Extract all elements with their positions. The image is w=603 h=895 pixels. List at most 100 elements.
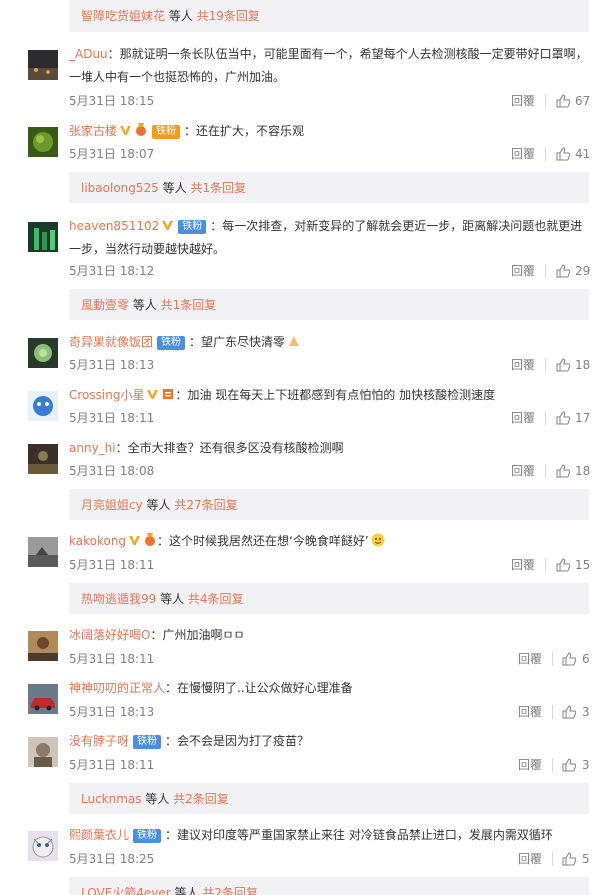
fan-badge: 铁粉 — [133, 829, 162, 843]
avatar[interactable] — [28, 831, 58, 861]
comment-time: 5月31日 18:11 — [69, 652, 155, 666]
reply-summary-count[interactable]: 共1条回复 — [161, 298, 217, 312]
reply-summary-user[interactable]: LOVE火箭4ever — [81, 886, 171, 895]
comment-user[interactable]: 熙颜葉衣儿 — [69, 828, 129, 842]
comment-user[interactable]: 冰阔落好好喝O — [69, 628, 150, 642]
divider — [545, 264, 546, 278]
comment-time: 5月31日 18:13 — [69, 358, 155, 372]
reply-summary[interactable]: LOVE火箭4ever 等人 共2条回复 — [69, 877, 589, 895]
verified-v-icon — [147, 390, 159, 399]
comment-text: 熙颜葉衣儿 铁粉 ：建议对印度等严重国家禁止来往 对冷链食品禁止进口，发展内需双循环 — [69, 828, 553, 843]
fan-badge: 铁粉 — [157, 336, 186, 350]
reply-summary[interactable]: Lucknmas 等人 共2条回复 — [69, 783, 589, 814]
reply-button[interactable]: 回覆 — [511, 358, 535, 372]
fan-badge: 铁粉 — [133, 735, 162, 749]
avatar[interactable] — [28, 631, 58, 661]
comment-text: anny_hi：全市大排查？还有很多区没有核酸检测啊 — [69, 441, 344, 455]
thumbs-up-icon[interactable] — [556, 358, 570, 372]
avatar[interactable] — [28, 338, 58, 368]
divider — [545, 411, 546, 425]
verified-v-icon — [162, 221, 174, 230]
thumbs-up-icon[interactable] — [562, 758, 576, 772]
thumbs-up-icon[interactable] — [556, 411, 570, 425]
reply-button[interactable]: 回覆 — [511, 558, 535, 572]
comment-user[interactable]: 没有脖子呀 — [69, 734, 129, 748]
thumbs-up-icon[interactable] — [556, 94, 570, 108]
divider — [545, 558, 546, 572]
comment-user[interactable]: 奇异果就像饭团 — [69, 335, 153, 349]
reply-button[interactable]: 回覆 — [518, 852, 542, 866]
reply-summary-count[interactable]: 共19条回复 — [197, 9, 260, 23]
comment-user[interactable]: Crossing小星 — [69, 388, 144, 402]
medal-icon — [145, 533, 156, 546]
reply-button[interactable]: 回覆 — [511, 264, 535, 278]
thumbs-up-icon[interactable] — [562, 705, 576, 719]
divider — [545, 464, 546, 478]
reply-summary-user[interactable]: 風動壹零 — [81, 298, 129, 312]
reply-button[interactable]: 回覆 — [518, 652, 542, 666]
thumbs-up-icon[interactable] — [556, 147, 570, 161]
reply-summary-user[interactable]: 热吻逃遁我99 — [81, 592, 156, 606]
divider — [552, 852, 553, 866]
comment-text: _ADuu：那就证明一条长队伍当中，可能里面有一个，希望每个人去检测核酸一定要带… — [69, 47, 588, 84]
reply-summary-user[interactable]: Lucknmas — [81, 792, 142, 806]
verified-v-icon — [129, 536, 141, 545]
comment-user[interactable]: _ADuu — [69, 47, 108, 61]
avatar[interactable] — [28, 50, 58, 80]
reply-button[interactable]: 回覆 — [511, 94, 535, 108]
comment-text: kakokong ：这个时候我居然还在想‘今晚食咩餸好’ — [69, 530, 589, 553]
smile-emoji-icon — [371, 533, 385, 547]
reply-button[interactable]: 回覆 — [518, 758, 542, 772]
comment-user[interactable]: 张家古楼 — [69, 124, 117, 138]
reply-summary-count[interactable]: 共2条回复 — [202, 886, 258, 895]
reply-summary-user[interactable]: libaolong525 — [81, 181, 159, 195]
reply-summary-user[interactable]: 智障吃货姐妹花 — [81, 9, 165, 23]
comment-time: 5月31日 18:12 — [69, 264, 155, 278]
reply-button[interactable]: 回覆 — [511, 411, 535, 425]
avatar[interactable] — [28, 391, 58, 421]
reply-summary[interactable]: 風動壹零 等人 共1条回复 — [69, 289, 589, 320]
reply-summary-count[interactable]: 共27条回复 — [174, 498, 237, 512]
divider — [545, 94, 546, 108]
comment-user[interactable]: 神神叨叨的正常人 — [69, 681, 165, 695]
reply-button[interactable]: 回覆 — [518, 705, 542, 719]
thumbs-up-icon[interactable] — [556, 264, 570, 278]
thumbs-up-icon[interactable] — [556, 464, 570, 478]
reply-summary[interactable]: 智障吃货姐妹花 等人 共19条回复 — [69, 0, 589, 32]
thumbs-up-icon[interactable] — [556, 558, 570, 572]
avatar[interactable] — [28, 127, 58, 157]
like-count: 3 — [582, 758, 590, 772]
comment-time: 5月31日 18:07 — [69, 147, 155, 161]
comment-time: 5月31日 18:11 — [69, 558, 155, 572]
reply-summary[interactable]: libaolong525 等人 共1条回复 — [69, 172, 589, 203]
fan-badge: 铁粉 — [178, 220, 207, 234]
reply-summary-user[interactable]: 月亮姐姐cy — [81, 498, 143, 512]
reply-summary-count[interactable]: 共2条回复 — [173, 792, 229, 806]
like-count: 5 — [582, 852, 590, 866]
comment-text: heaven851102 铁粉 ：每一次排查，对新变异的了解就会更近一步，距离解决问… — [69, 219, 583, 256]
avatar[interactable] — [28, 684, 58, 714]
avatar[interactable] — [28, 737, 58, 767]
like-count: 6 — [582, 652, 590, 666]
comment-text: 神神叨叨的正常人：在慢慢阴了..让公众做好心理准备 — [69, 681, 353, 695]
like-count: 67 — [575, 94, 591, 108]
like-count: 15 — [575, 558, 591, 572]
reply-summary-count[interactable]: 共4条回复 — [188, 592, 244, 606]
divider — [545, 358, 546, 372]
comment-user[interactable]: anny_hi — [69, 441, 116, 455]
reply-summary-count[interactable]: 共1条回复 — [190, 181, 246, 195]
comment-user[interactable]: kakokong — [69, 534, 126, 548]
thumbs-up-icon[interactable] — [562, 652, 576, 666]
reply-button[interactable]: 回覆 — [511, 147, 535, 161]
divider — [552, 705, 553, 719]
like-count: 18 — [575, 464, 591, 478]
comment-time: 5月31日 18:13 — [69, 705, 155, 719]
thumbs-up-icon[interactable] — [562, 852, 576, 866]
avatar[interactable] — [28, 444, 58, 474]
reply-summary[interactable]: 热吻逃遁我99 等人 共4条回复 — [69, 583, 589, 614]
avatar[interactable] — [28, 537, 58, 567]
avatar[interactable] — [28, 222, 58, 252]
reply-summary[interactable]: 月亮姐姐cy 等人 共27条回复 — [69, 489, 589, 520]
reply-button[interactable]: 回覆 — [511, 464, 535, 478]
comment-user[interactable]: heaven851102 — [69, 219, 159, 233]
